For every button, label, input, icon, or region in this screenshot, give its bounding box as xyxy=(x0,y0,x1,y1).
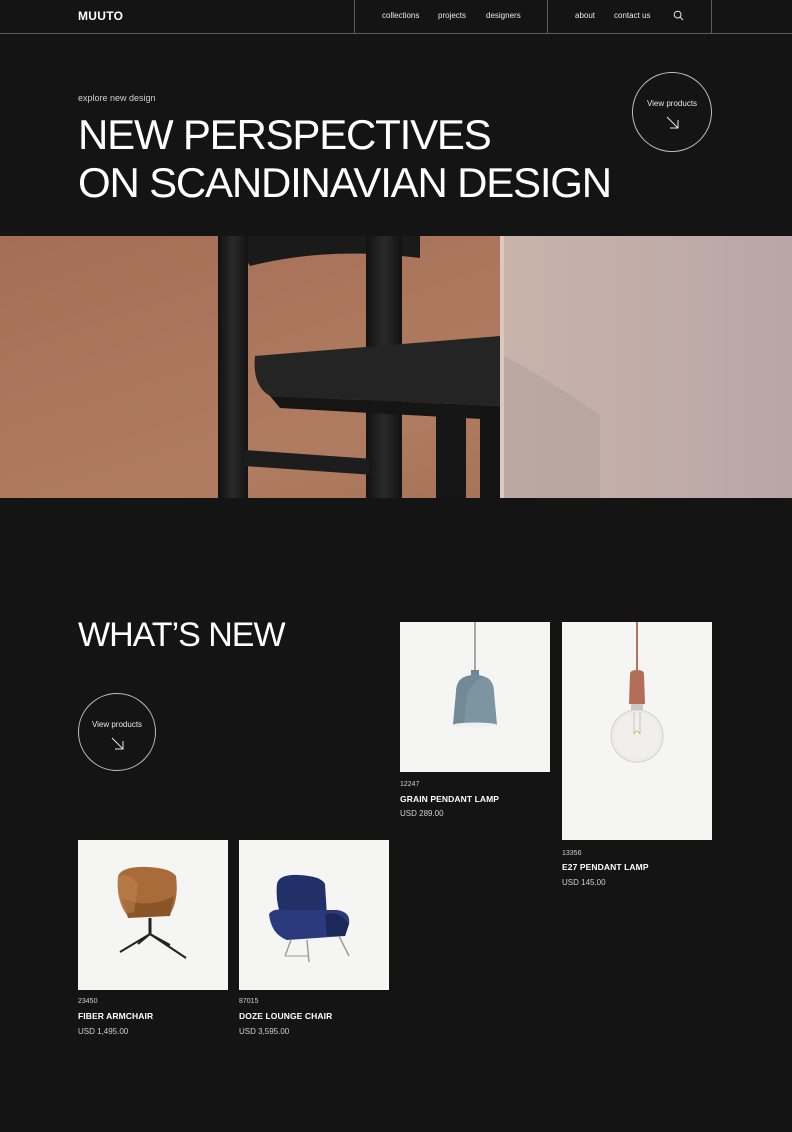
product-image-fiber-armchair[interactable] xyxy=(78,840,228,990)
nav-divider xyxy=(354,0,355,34)
product-sku: 87015 xyxy=(239,998,259,1005)
view-products-label: View products xyxy=(646,99,698,108)
lounge-chair-image xyxy=(269,874,350,963)
section-title: WHAT’S NEW xyxy=(78,616,286,654)
product-price: USD 145.00 xyxy=(562,878,606,887)
product-image-e27-lamp[interactable] xyxy=(562,622,712,840)
hero-title: NEW PERSPECTIVES ON SCANDINAVIAN DESIGN xyxy=(78,111,638,207)
product-image-grain-lamp[interactable] xyxy=(400,622,550,772)
hero-kicker: explore new design xyxy=(78,93,156,103)
nav-link-contact[interactable]: contact us xyxy=(614,11,650,20)
brand-logo[interactable]: MUUTO xyxy=(78,9,123,23)
arrow-down-right-icon xyxy=(111,737,124,750)
nav-link-projects[interactable]: projects xyxy=(438,11,466,20)
product-price: USD 3,595.00 xyxy=(239,1027,290,1036)
bulb-lamp-image xyxy=(610,622,664,763)
armchair-image xyxy=(117,866,187,959)
hero-title-line: NEW PERSPECTIVES xyxy=(78,111,492,158)
hero-image xyxy=(0,236,792,498)
view-products-button[interactable]: View products xyxy=(632,72,712,152)
view-products-label: View products xyxy=(91,720,143,729)
product-name[interactable]: E27 PENDANT LAMP xyxy=(562,862,649,872)
pendant-lamp-image xyxy=(453,622,497,728)
product-name[interactable]: GRAIN PENDANT LAMP xyxy=(400,794,499,804)
product-image-doze-chair[interactable] xyxy=(239,840,389,990)
product-price: USD 1,495.00 xyxy=(78,1027,129,1036)
nav-divider xyxy=(547,0,548,34)
nav-link-collections[interactable]: collections xyxy=(382,11,419,20)
product-price: USD 289.00 xyxy=(400,809,444,818)
product-sku: 13356 xyxy=(562,850,582,857)
product-name[interactable]: FIBER ARMCHAIR xyxy=(78,1011,153,1021)
hero-title-line: ON SCANDINAVIAN DESIGN xyxy=(78,159,612,206)
product-sku: 23450 xyxy=(78,998,98,1005)
nav-link-about[interactable]: about xyxy=(575,11,595,20)
search-icon[interactable] xyxy=(673,10,684,21)
nav-link-designers[interactable]: designers xyxy=(486,11,521,20)
top-navigation: MUUTO collections projects designers abo… xyxy=(0,0,792,34)
product-sku: 12247 xyxy=(400,781,420,788)
arrow-down-right-icon xyxy=(666,116,679,129)
view-products-button[interactable]: View products xyxy=(78,693,156,771)
nav-divider xyxy=(711,0,712,34)
product-name[interactable]: DOZE LOUNGE CHAIR xyxy=(239,1011,332,1021)
chair-photo xyxy=(0,236,792,498)
